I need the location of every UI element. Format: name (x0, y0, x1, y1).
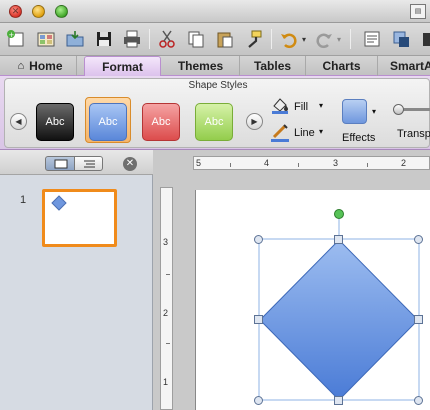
resize-handle-bottom[interactable] (334, 396, 343, 405)
resize-handle-bottom-left[interactable] (254, 396, 263, 405)
resize-handle-left[interactable] (254, 315, 263, 324)
resize-handle-top-left[interactable] (254, 235, 263, 244)
resize-handle-right[interactable] (414, 315, 423, 324)
resize-handle-bottom-right[interactable] (414, 396, 423, 405)
shape-layer (258, 219, 420, 401)
diamond-shape[interactable] (259, 239, 419, 401)
rotation-handle[interactable] (334, 209, 344, 219)
resize-handle-top-right[interactable] (414, 235, 423, 244)
resize-handle-top[interactable] (334, 235, 343, 244)
